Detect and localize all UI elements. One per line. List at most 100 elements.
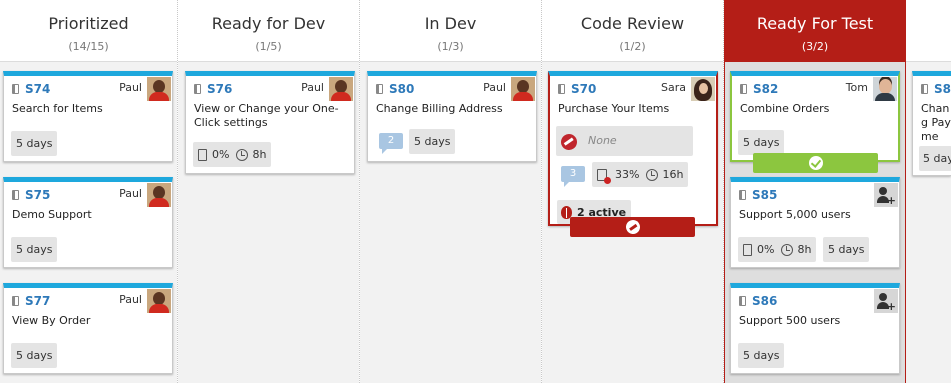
- card-id[interactable]: S77: [25, 294, 50, 308]
- card-id[interactable]: S76: [207, 82, 232, 96]
- check-icon: [808, 156, 823, 170]
- card-id[interactable]: S74: [25, 82, 50, 96]
- avatar[interactable]: [329, 77, 353, 101]
- story-icon: [740, 84, 747, 94]
- estimate-label: 5 days: [16, 349, 53, 362]
- story-icon: [12, 190, 19, 200]
- avatar[interactable]: [511, 77, 535, 101]
- column-title: Ready for Dev: [211, 14, 326, 33]
- card-id[interactable]: S85: [752, 188, 777, 202]
- estimate-label: 5 day: [923, 152, 951, 165]
- card-title: View or Change your One-Click settings: [194, 102, 339, 129]
- ready-status-bar[interactable]: [753, 153, 878, 173]
- card-id[interactable]: S80: [389, 82, 414, 96]
- story-icon: [12, 84, 19, 94]
- estimate-chip: 5 days: [11, 237, 58, 262]
- estimate-label: 5 days: [16, 137, 53, 150]
- estimate-chip: 5 days: [11, 131, 58, 156]
- column-title: Prioritized: [48, 14, 129, 33]
- card-title: Purchase Your Items: [558, 102, 670, 115]
- card-owner: Paul: [301, 81, 324, 94]
- kanban-board: ownch Prioritized (14/15) Ready for Dev …: [0, 0, 951, 383]
- estimate-chip: 5 days: [409, 129, 456, 154]
- column-header[interactable]: [906, 0, 951, 62]
- column-count: (1/5): [255, 40, 282, 53]
- card-title: View By Order: [12, 314, 91, 327]
- clipboard-alert-icon: [597, 168, 611, 184]
- card-title: Support 500 users: [739, 314, 841, 327]
- story-card-s86[interactable]: S86 + Support 500 users 5 days: [730, 283, 900, 374]
- tasks-chip: 33% 16h: [592, 162, 689, 187]
- story-card-s70[interactable]: S70 Sara Purchase Your Items None 3 33% …: [548, 71, 718, 226]
- card-id[interactable]: S82: [753, 82, 778, 96]
- avatar[interactable]: [147, 183, 171, 207]
- clipboard-icon: [743, 243, 752, 256]
- estimate-label: 5 days: [414, 135, 451, 148]
- column-header[interactable]: Ready For Test (3/2): [725, 0, 905, 62]
- story-card-s76[interactable]: S76 Paul View or Change your One-Click s…: [185, 71, 355, 174]
- card-id[interactable]: S70: [571, 82, 596, 96]
- column-header[interactable]: Prioritized (14/15): [0, 0, 177, 62]
- estimate-chip: 5 days: [823, 237, 870, 262]
- story-icon: [376, 84, 383, 94]
- story-icon: [739, 190, 746, 200]
- story-card-s82[interactable]: S82 Tom Combine Orders 5 days: [730, 71, 900, 162]
- blocked-status-bar[interactable]: [570, 217, 695, 237]
- story-card-s75[interactable]: S75 Paul Demo Support 5 days: [3, 177, 173, 268]
- column-count: (1/3): [437, 40, 464, 53]
- task-progress: 33%: [615, 168, 640, 181]
- comment-icon[interactable]: 2: [379, 133, 403, 154]
- story-card-s74[interactable]: S74 Paul Search for Items 5 days: [3, 71, 173, 162]
- avatar[interactable]: [691, 77, 715, 101]
- column-title: In Dev: [424, 14, 477, 33]
- card-id[interactable]: S75: [25, 188, 50, 202]
- story-card-partial[interactable]: S8 Chang Payme 5 day: [912, 71, 951, 176]
- card-id[interactable]: S8: [934, 82, 951, 96]
- card-title: Change Billing Address: [376, 102, 503, 115]
- card-owner: Paul: [119, 187, 142, 200]
- card-title: Support 5,000 users: [739, 208, 851, 221]
- column-title: Code Review: [580, 14, 685, 33]
- blocker-field[interactable]: None: [556, 126, 693, 156]
- story-icon: [12, 296, 19, 306]
- clock-icon: [236, 148, 249, 161]
- clipboard-icon: [198, 148, 207, 161]
- story-icon: [558, 84, 565, 94]
- column-count: (1/2): [619, 40, 646, 53]
- column-header[interactable]: In Dev (1/3): [360, 0, 541, 62]
- clock-icon: [781, 243, 794, 256]
- avatar[interactable]: [873, 77, 897, 101]
- column-title: Ready For Test: [756, 14, 874, 33]
- tasks-chip: 0% 8h: [738, 237, 817, 262]
- story-icon: [194, 84, 201, 94]
- card-id[interactable]: S86: [752, 294, 777, 308]
- blocked-icon: [622, 217, 643, 237]
- estimate-label: 5 days: [828, 243, 865, 256]
- story-card-s77[interactable]: S77 Paul View By Order 5 days: [3, 283, 173, 374]
- add-owner-icon[interactable]: +: [874, 289, 898, 313]
- task-hours: 8h: [252, 148, 267, 161]
- comment-icon[interactable]: 3: [561, 166, 585, 187]
- card-owner: Paul: [119, 81, 142, 94]
- story-card-s85[interactable]: S85 + Support 5,000 users 0% 8h 5 days: [730, 177, 900, 268]
- add-owner-icon[interactable]: +: [874, 183, 898, 207]
- column-count: (3/2): [801, 40, 829, 53]
- story-icon: [921, 84, 928, 94]
- card-owner: Tom: [845, 81, 868, 94]
- column-header[interactable]: Code Review (1/2): [542, 0, 723, 62]
- task-hours: 16h: [662, 168, 684, 181]
- task-progress: 0%: [757, 243, 775, 256]
- avatar[interactable]: [147, 289, 171, 313]
- card-owner: Paul: [483, 81, 506, 94]
- task-progress: 0%: [212, 148, 230, 161]
- story-icon: [739, 296, 746, 306]
- column-next: [906, 0, 951, 383]
- card-owner: Sara: [661, 81, 686, 94]
- column-count: (14/15): [68, 40, 109, 53]
- column-header[interactable]: Ready for Dev (1/5): [178, 0, 359, 62]
- estimate-label: 5 days: [743, 136, 780, 149]
- card-title: Combine Orders: [740, 102, 830, 115]
- card-owner: Paul: [119, 293, 142, 306]
- avatar[interactable]: [147, 77, 171, 101]
- story-card-s80[interactable]: S80 Paul Change Billing Address 2 5 days: [367, 71, 537, 162]
